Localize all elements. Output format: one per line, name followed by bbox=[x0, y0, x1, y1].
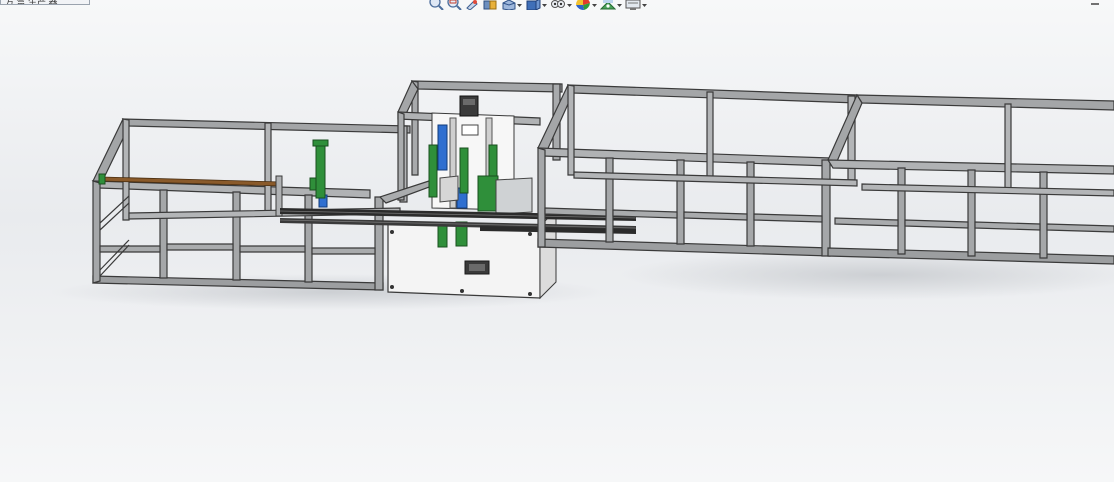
rod-end-block bbox=[98, 173, 106, 185]
motor-bracket bbox=[461, 124, 479, 136]
gripper-housing bbox=[495, 177, 533, 215]
right-frame-2 bbox=[826, 93, 1114, 265]
gripper-housing bbox=[439, 175, 459, 203]
motor-cap bbox=[463, 99, 475, 105]
model-viewport[interactable] bbox=[0, 0, 1114, 482]
display-screen bbox=[469, 264, 485, 271]
blue-cylinder bbox=[437, 124, 448, 171]
left-frame bbox=[91, 117, 411, 291]
